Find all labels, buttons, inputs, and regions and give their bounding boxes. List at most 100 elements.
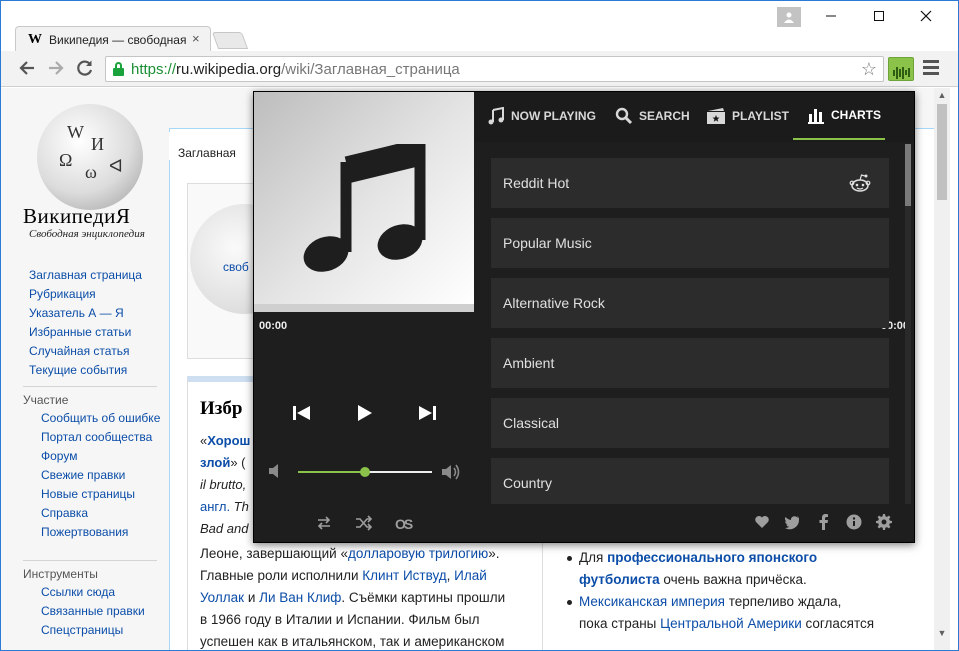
- tab-label: CHARTS: [831, 108, 881, 122]
- article-link[interactable]: Мексиканская империя: [579, 594, 725, 609]
- chart-item[interactable]: Ambient: [491, 338, 889, 388]
- scrollbar-thumb[interactable]: [937, 104, 947, 200]
- chart-item[interactable]: Country: [491, 458, 889, 504]
- sidebar-link[interactable]: Справка: [41, 507, 163, 520]
- banner-globe-image: [190, 204, 254, 314]
- browser-tab[interactable]: W Википедия — свободная ×: [15, 26, 211, 51]
- volume-fill: [298, 471, 365, 473]
- next-track-icon[interactable]: [415, 401, 439, 425]
- hamburger-menu-icon[interactable]: [923, 60, 939, 78]
- minimize-button[interactable]: [820, 9, 842, 27]
- info-icon[interactable]: [846, 514, 862, 530]
- wikipedia-globe-logo[interactable]: W И Ω ω ᐊ: [37, 104, 143, 210]
- article-link[interactable]: англ.: [200, 499, 230, 514]
- banner-link[interactable]: своб: [223, 260, 249, 274]
- chart-item[interactable]: Alternative Rock: [491, 278, 889, 328]
- tab-now-playing[interactable]: NOW PLAYING: [487, 92, 596, 140]
- back-button[interactable]: [16, 57, 38, 82]
- article-link[interactable]: Центральной Америки: [660, 616, 802, 631]
- sidebar-link[interactable]: Ссылки сюда: [41, 586, 163, 599]
- sidebar-link[interactable]: Свежие правки: [41, 469, 163, 482]
- sidebar-navigation: Заглавная страница Рубрикация Указатель …: [29, 268, 142, 382]
- settings-gear-icon[interactable]: [876, 514, 892, 530]
- article-line: злой» (: [200, 455, 246, 470]
- sidebar-tools-links: Ссылки сюда Связанные правки Спецстраниц…: [41, 586, 163, 643]
- article-body: Леоне, завершающий «долларовую трилогию»…: [200, 546, 506, 649]
- lastfm-icon[interactable]: OS: [395, 516, 413, 532]
- music-extension-button[interactable]: [888, 57, 914, 81]
- progress-bar[interactable]: [254, 304, 474, 312]
- chart-item[interactable]: Reddit Hot: [491, 158, 889, 208]
- volume-down-icon[interactable]: [266, 461, 286, 481]
- article-link[interactable]: Ли Ван Клиф: [259, 590, 341, 605]
- url-text: https://ru.wikipedia.org/wiki/Заглавная_…: [131, 61, 460, 78]
- article-title-link[interactable]: злой: [200, 455, 230, 470]
- sidebar-link[interactable]: Избранные статьи: [29, 325, 142, 344]
- twitter-icon[interactable]: [784, 514, 800, 530]
- browser-window: W Википедия — свободная × https://ru.wik…: [0, 0, 959, 651]
- article-link[interactable]: Уоллак: [200, 590, 244, 605]
- address-bar[interactable]: https://ru.wikipedia.org/wiki/Заглавная_…: [105, 56, 884, 82]
- sidebar-link[interactable]: Портал сообщества: [41, 431, 163, 444]
- tab-playlist[interactable]: PLAYLIST: [706, 92, 789, 140]
- charts-list: Reddit Hot Popular Music Alternative Roc…: [491, 158, 889, 504]
- sidebar-link[interactable]: Сообщить об ошибке: [41, 412, 163, 425]
- sidebar-link[interactable]: Форум: [41, 450, 163, 463]
- close-window-button[interactable]: [915, 9, 937, 27]
- chart-item[interactable]: Classical: [491, 398, 889, 448]
- tab-close-icon[interactable]: ×: [192, 31, 200, 46]
- player-nav: NOW PLAYING SEARCH PLAYLIST CHARTS: [475, 92, 914, 142]
- tab-title: Википедия — свободная: [49, 33, 187, 47]
- article-line: il brutto,: [200, 477, 247, 492]
- did-you-know-list: Для профессионального японского футболис…: [561, 547, 921, 635]
- time-elapsed: 00:00: [259, 320, 288, 332]
- reload-button[interactable]: [74, 57, 96, 82]
- maximize-button[interactable]: [868, 9, 890, 27]
- charts-scrollbar[interactable]: [905, 144, 911, 504]
- article-link[interactable]: Клинт Иствуд: [362, 568, 446, 583]
- previous-track-icon[interactable]: [290, 401, 314, 425]
- volume-up-icon[interactable]: [440, 461, 462, 483]
- sidebar-link[interactable]: Случайная статья: [29, 344, 142, 363]
- user-profile-icon[interactable]: [777, 7, 801, 27]
- article-link[interactable]: профессионального японского: [607, 550, 817, 565]
- new-tab-button[interactable]: [211, 32, 249, 49]
- title-bar: W Википедия — свободная ×: [1, 1, 958, 51]
- scroll-down-icon[interactable]: ▼: [934, 628, 950, 638]
- bookmark-star-icon[interactable]: ☆: [861, 59, 877, 80]
- album-art: [254, 92, 474, 304]
- forward-button[interactable]: [45, 57, 67, 82]
- facebook-icon[interactable]: [816, 514, 832, 530]
- tab-search[interactable]: SEARCH: [615, 92, 690, 140]
- shuffle-icon[interactable]: [355, 515, 373, 531]
- chart-item[interactable]: Popular Music: [491, 218, 889, 268]
- page-scrollbar[interactable]: ▲ ▼: [934, 88, 950, 650]
- sidebar-link[interactable]: Текущие события: [29, 363, 142, 382]
- sidebar-link[interactable]: Пожертвования: [41, 526, 163, 539]
- volume-slider[interactable]: [298, 467, 432, 477]
- sidebar-link[interactable]: Рубрикация: [29, 287, 142, 306]
- tab-charts[interactable]: CHARTS: [793, 92, 885, 140]
- sidebar-section-participation: Участие: [23, 393, 69, 407]
- article-line: Bad and: [200, 521, 249, 536]
- article-link[interactable]: Илай: [454, 568, 487, 583]
- player-footer: [754, 514, 904, 532]
- repeat-icon[interactable]: [316, 515, 332, 531]
- sidebar-link[interactable]: Заглавная страница: [29, 268, 142, 287]
- sidebar-link[interactable]: Указатель А — Я: [29, 306, 142, 325]
- sidebar-link[interactable]: Спецстраницы: [41, 624, 163, 637]
- play-icon[interactable]: [352, 401, 376, 425]
- heart-icon[interactable]: [754, 514, 770, 530]
- scrollbar-thumb[interactable]: [905, 144, 911, 206]
- article-link[interactable]: футболиста: [579, 572, 660, 587]
- article-title-link[interactable]: Хорош: [207, 433, 250, 448]
- sidebar-link[interactable]: Новые страницы: [41, 488, 163, 501]
- lock-icon: [113, 62, 124, 76]
- sidebar-link[interactable]: Связанные правки: [41, 605, 163, 618]
- scroll-up-icon[interactable]: ▲: [934, 90, 950, 100]
- tab-main-page[interactable]: Заглавная: [169, 132, 245, 160]
- article-link[interactable]: долларовую трилогию: [348, 546, 488, 561]
- sidebar-divider: [23, 386, 157, 387]
- volume-knob[interactable]: [360, 467, 370, 477]
- wikipedia-wordmark: ВикипедиЯ: [23, 204, 131, 228]
